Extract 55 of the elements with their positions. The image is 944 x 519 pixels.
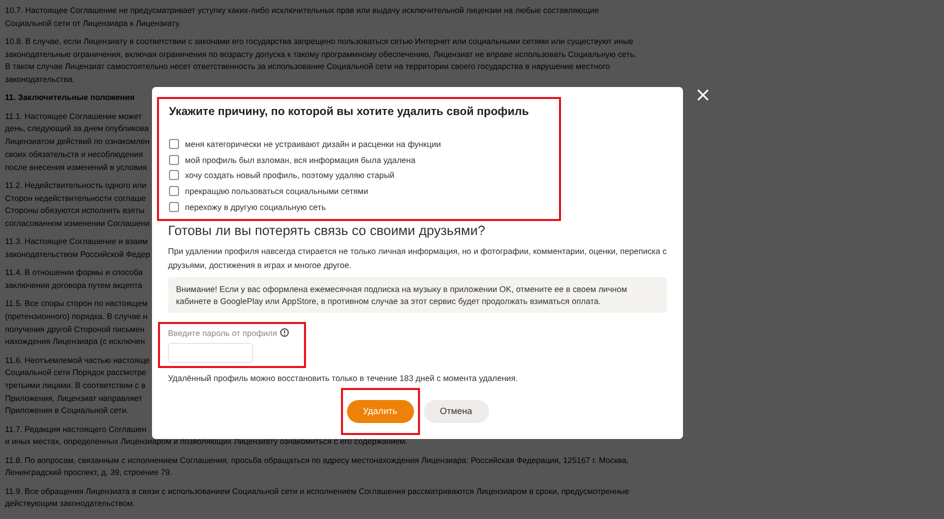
agreement-text-line: и иных местах, определенных Лицензиаром и позволяющих Лицензиату ознакомиться с его содержанием. [5,436,408,448]
agreement-text-line: 11.4. В отношении формы и способа [5,267,143,280]
agreement-text-line: 11.3. Настоящее Соглашение и взаим [5,236,148,248]
password-label: Введите пароль от профиля [168,326,278,339]
agreement-text-line: Лицензиатом действий по ознакомлен [5,136,150,148]
agreement-text-line: Приложения в Социальной сети. [5,405,129,418]
agreement-text-line: 11.2. Недействительность одного или [5,180,146,192]
reason-label: хочу создать новый профиль, поэтому удаляю старый [185,170,394,180]
question-heading: Готовы ли вы потерять связь со своими друзьями? [168,222,486,240]
agreement-text-line: законодательные ограничения, включая ограничения по возрасту допуска к такому программному обеспечению, Лицензиат не вправе использовать Социальную сеть. [5,48,636,61]
agreement-text-line: законодательства. [5,74,75,86]
agreement-text-line: 11.7. Редакция настоящего Соглашен [5,424,146,436]
description-text: При удалении профиля навсегда стирается не только личная информация, но и фотографии, комментарии, оценки, переписка с друзьями, достижения в играх и многое другое. [168,244,667,272]
agreement-text-line: 10.7. Настоящее Соглашение не предусматривает уступку каких-либо исключительных прав или выдачу исключительной лицензии на любые составляющие [5,5,599,17]
agreement-text-line: 11.6. Неотъемлемой частью настояще [5,354,150,367]
checkbox[interactable] [169,170,179,180]
agreement-text-line: Приложения, Лицензиат направляет [5,392,142,405]
agreement-text-line: Сторон недействительности соглаше [5,192,146,205]
reason-label: мой профиль был взломан, вся информация была удалена [185,154,416,165]
agreement-text-line: третьими лицами. В соответствии с в [5,380,146,392]
agreement-text-line: 11.1. Настоящее Соглашение может [5,110,142,123]
agreement-text-line: (претензионного) порядка. В случае н [5,310,148,323]
checkbox[interactable] [169,154,179,165]
agreement-text-line: 11.5. Все споры сторон по настоящем [5,298,148,310]
warning-notice: Внимание! Если у вас оформлена ежемесячная подписка на музыку в приложении OK, отмените ее в своем личном кабинете в GooglePlay или AppStore, в противном случае за этот сервис будет продолжать взиматься оплата. [168,276,667,313]
checkbox[interactable] [169,138,179,149]
password-field[interactable] [168,342,253,363]
agreement-text-line: своих обязательств и несоблюдения [5,148,143,161]
agreement-text-line: день, следующий за днем опубликова [5,123,149,136]
agreement-text-line: после внесения изменений в условия [5,162,147,174]
reason-label: перехожу в другую социальную сеть [185,202,326,212]
agreement-text-line: заключения договора путем акцепта [5,280,142,292]
dialog-title: Укажите причину, по которой вы хотите удалить свой профиль [169,105,530,120]
checkbox[interactable] [169,186,179,196]
agreement-text-line: Социальной сети от Лицензиара к Лицензиату. [5,18,182,30]
reason-label: прекращаю пользоваться социальными сетями [185,186,368,196]
agreement-text-line: законодательством Российской Федер [5,248,150,261]
checkbox[interactable] [169,202,179,212]
agreement-text-line: Ленинградский проспект, д. 39, строение 79. [5,467,172,480]
help-icon[interactable] [280,328,290,338]
agreement-text-line: 10.8. В случае, если Лицензиату в соответствии с законами его государства запрещено пользоваться сетью Интернет или социальными сетями или существуют иные [5,36,634,48]
agreement-text-line: 11.8. По вопросам, связанным с исполнением Соглашения, просьба обращаться по адресу местонахождения Лицензиара: Российская Федерация, 125167 г. Москва, [5,454,629,467]
agreement-text-line: Социальной сети Порядок рассмотре [5,367,146,380]
cancel-button[interactable]: Отмена [424,400,488,423]
agreement-text-line: Стороны обязуются исполнять взяты [5,205,145,218]
agreement-text-line: получения другой Стороной письмен [5,324,144,336]
section-heading: 11. Заключительные положения [5,92,135,104]
agreement-text-line: В таком случае Лицензиат самостоятельно несет ответственность за использование Социальной сети на территории своего государства в нарушение местного [5,61,610,74]
agreement-text-line: действующим законодательством. [5,498,135,510]
agreement-text-line: согласованном изменении Соглашени [5,218,150,230]
reason-label: меня категорически не устраивают дизайн и расценки на функции [185,138,441,149]
close-icon[interactable] [697,89,709,101]
agreement-text-line: нахождения Лицензиара (с исключен [5,336,145,348]
restore-note: Удалённый профиль можно восстановить только в течение 183 дней с момента удаления. [168,372,519,384]
agreement-text-line: 11.9. Все обращения Лицензиата в связи с использованием Социальной сети и исполнением Соглашения рассматриваются Лицензиаром в сроки, предусмотренные [5,486,630,498]
